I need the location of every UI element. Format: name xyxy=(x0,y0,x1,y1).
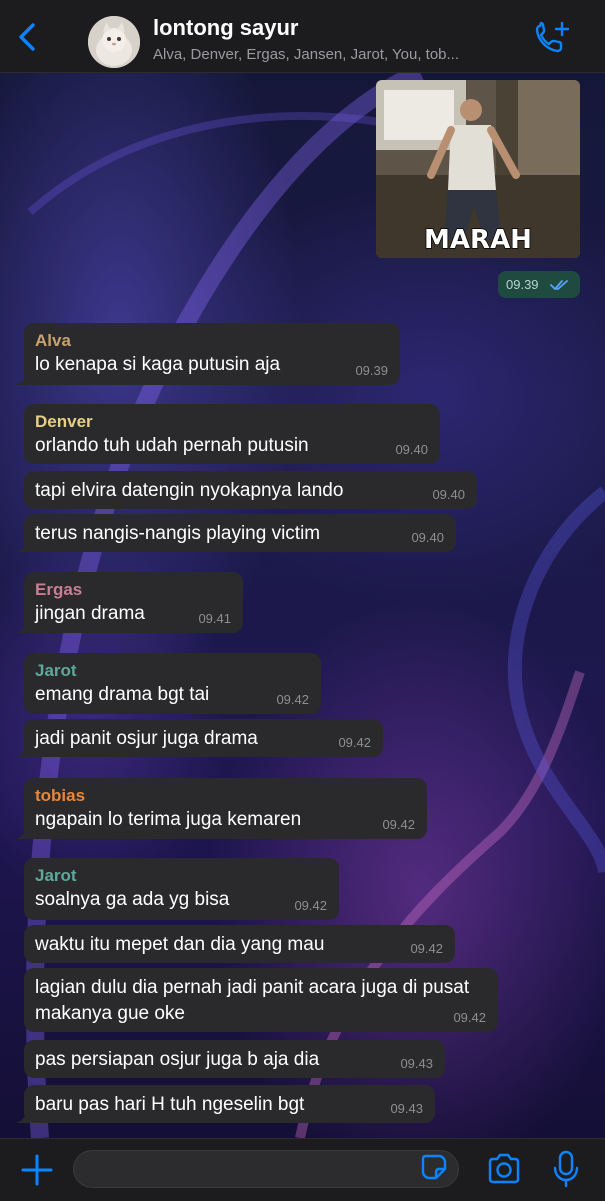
meme-image: MARAH xyxy=(376,80,580,258)
message-time: 09.42 xyxy=(338,735,371,750)
sticker-button[interactable] xyxy=(420,1153,448,1181)
message-bubble[interactable]: Denver orlando tuh udah pernah putusin 0… xyxy=(24,404,440,464)
message-time: 09.40 xyxy=(395,442,428,457)
message-bubble[interactable]: Jarot soalnya ga ada yg bisa 09.42 xyxy=(24,858,339,920)
message-time: 09.42 xyxy=(276,692,309,707)
sender-name: Jarot xyxy=(35,866,77,885)
camera-button[interactable] xyxy=(486,1153,522,1185)
read-double-check-icon xyxy=(550,280,568,290)
meme-caption: MARAH xyxy=(424,225,532,255)
message-time: 09.42 xyxy=(453,1010,486,1025)
message-bubble[interactable]: jadi panit osjur juga drama 09.42 xyxy=(16,719,383,757)
message-text: emang drama bgt tai xyxy=(35,684,210,705)
phone-plus-icon xyxy=(535,21,570,53)
message-text: baru pas hari H tuh ngeselin bgt xyxy=(35,1094,305,1115)
message-time: 09.43 xyxy=(390,1101,423,1116)
sticker-icon xyxy=(421,1154,447,1180)
attach-button[interactable] xyxy=(20,1153,54,1187)
message-bubble[interactable]: pas persiapan osjur juga b aja dia 09.43 xyxy=(24,1040,445,1078)
sender-name: Denver xyxy=(35,412,93,431)
message-bubble[interactable]: Alva lo kenapa si kaga putusin aja 09.39 xyxy=(16,323,400,385)
message-time: 09.40 xyxy=(432,487,465,502)
chat-members[interactable]: Alva, Denver, Ergas, Jansen, Jarot, You,… xyxy=(153,46,523,63)
plus-icon xyxy=(21,1154,53,1186)
bubble-tail xyxy=(16,1109,30,1123)
back-button[interactable] xyxy=(14,22,42,52)
message-text: pas persiapan osjur juga b aja dia xyxy=(35,1049,320,1070)
message-time: 09.42 xyxy=(410,941,443,956)
composer-bar xyxy=(0,1138,605,1201)
message-time: 09.39 xyxy=(355,363,388,378)
message-time: 09.42 xyxy=(382,817,415,832)
message-bubble[interactable]: baru pas hari H tuh ngeselin bgt 09.43 xyxy=(16,1085,435,1123)
camera-icon xyxy=(488,1153,520,1184)
message-bubble[interactable]: Ergas jingan drama 09.41 xyxy=(16,572,243,633)
message-bubble[interactable]: waktu itu mepet dan dia yang mau 09.42 xyxy=(24,925,455,963)
message-text: lagian dulu dia pernah jadi panit acara … xyxy=(35,977,470,1024)
microphone-icon xyxy=(553,1150,579,1188)
message-bubble[interactable]: tapi elvira datengin nyokapnya lando 09.… xyxy=(24,471,477,509)
chevron-left-icon xyxy=(19,23,35,51)
message-text: lo kenapa si kaga putusin aja xyxy=(35,354,281,375)
bubble-tail xyxy=(16,825,30,839)
voice-record-button[interactable] xyxy=(552,1150,580,1188)
message-bubble[interactable]: tobias ngapain lo terima juga kemaren 09… xyxy=(16,778,427,839)
message-text: terus nangis-nangis playing victim xyxy=(35,523,321,544)
bubble-tail xyxy=(16,743,30,757)
sender-name: tobias xyxy=(35,786,86,805)
sender-name: Alva xyxy=(35,331,71,350)
message-text: ngapain lo terima juga kemaren xyxy=(35,809,302,830)
message-text: waktu itu mepet dan dia yang mau xyxy=(35,934,325,955)
message-text: orlando tuh udah pernah putusin xyxy=(35,435,309,456)
message-bubble[interactable]: Jarot emang drama bgt tai 09.42 xyxy=(24,653,321,714)
message-time: 09.42 xyxy=(294,898,327,913)
add-call-button[interactable] xyxy=(532,20,572,56)
message-list: MARAH 09.39 Alva lo kenapa si kaga putus… xyxy=(0,72,605,1138)
message-time: 09.41 xyxy=(198,611,231,626)
message-bubble[interactable]: lagian dulu dia pernah jadi panit acara … xyxy=(24,968,498,1032)
image-time-badge: 09.39 xyxy=(498,271,580,298)
sender-name: Ergas xyxy=(35,580,83,599)
message-text: jadi panit osjur juga drama xyxy=(35,728,258,749)
bubble-tail xyxy=(16,619,30,633)
message-time: 09.40 xyxy=(411,530,444,545)
group-avatar[interactable] xyxy=(88,16,140,68)
bubble-tail xyxy=(16,538,30,552)
message-text: soalnya ga ada yg bisa xyxy=(35,889,230,910)
image-message[interactable]: MARAH xyxy=(376,80,580,258)
chat-title[interactable]: lontong sayur xyxy=(153,15,298,41)
message-bubble[interactable]: terus nangis-nangis playing victim 09.40 xyxy=(16,514,456,552)
message-time: 09.43 xyxy=(400,1056,433,1071)
sender-name: Jarot xyxy=(35,661,77,680)
message-input[interactable] xyxy=(73,1150,459,1188)
message-time: 09.39 xyxy=(506,277,539,292)
chat-header: lontong sayur Alva, Denver, Ergas, Janse… xyxy=(0,0,605,73)
bubble-tail xyxy=(16,371,30,385)
message-text: tapi elvira datengin nyokapnya lando xyxy=(35,480,344,501)
